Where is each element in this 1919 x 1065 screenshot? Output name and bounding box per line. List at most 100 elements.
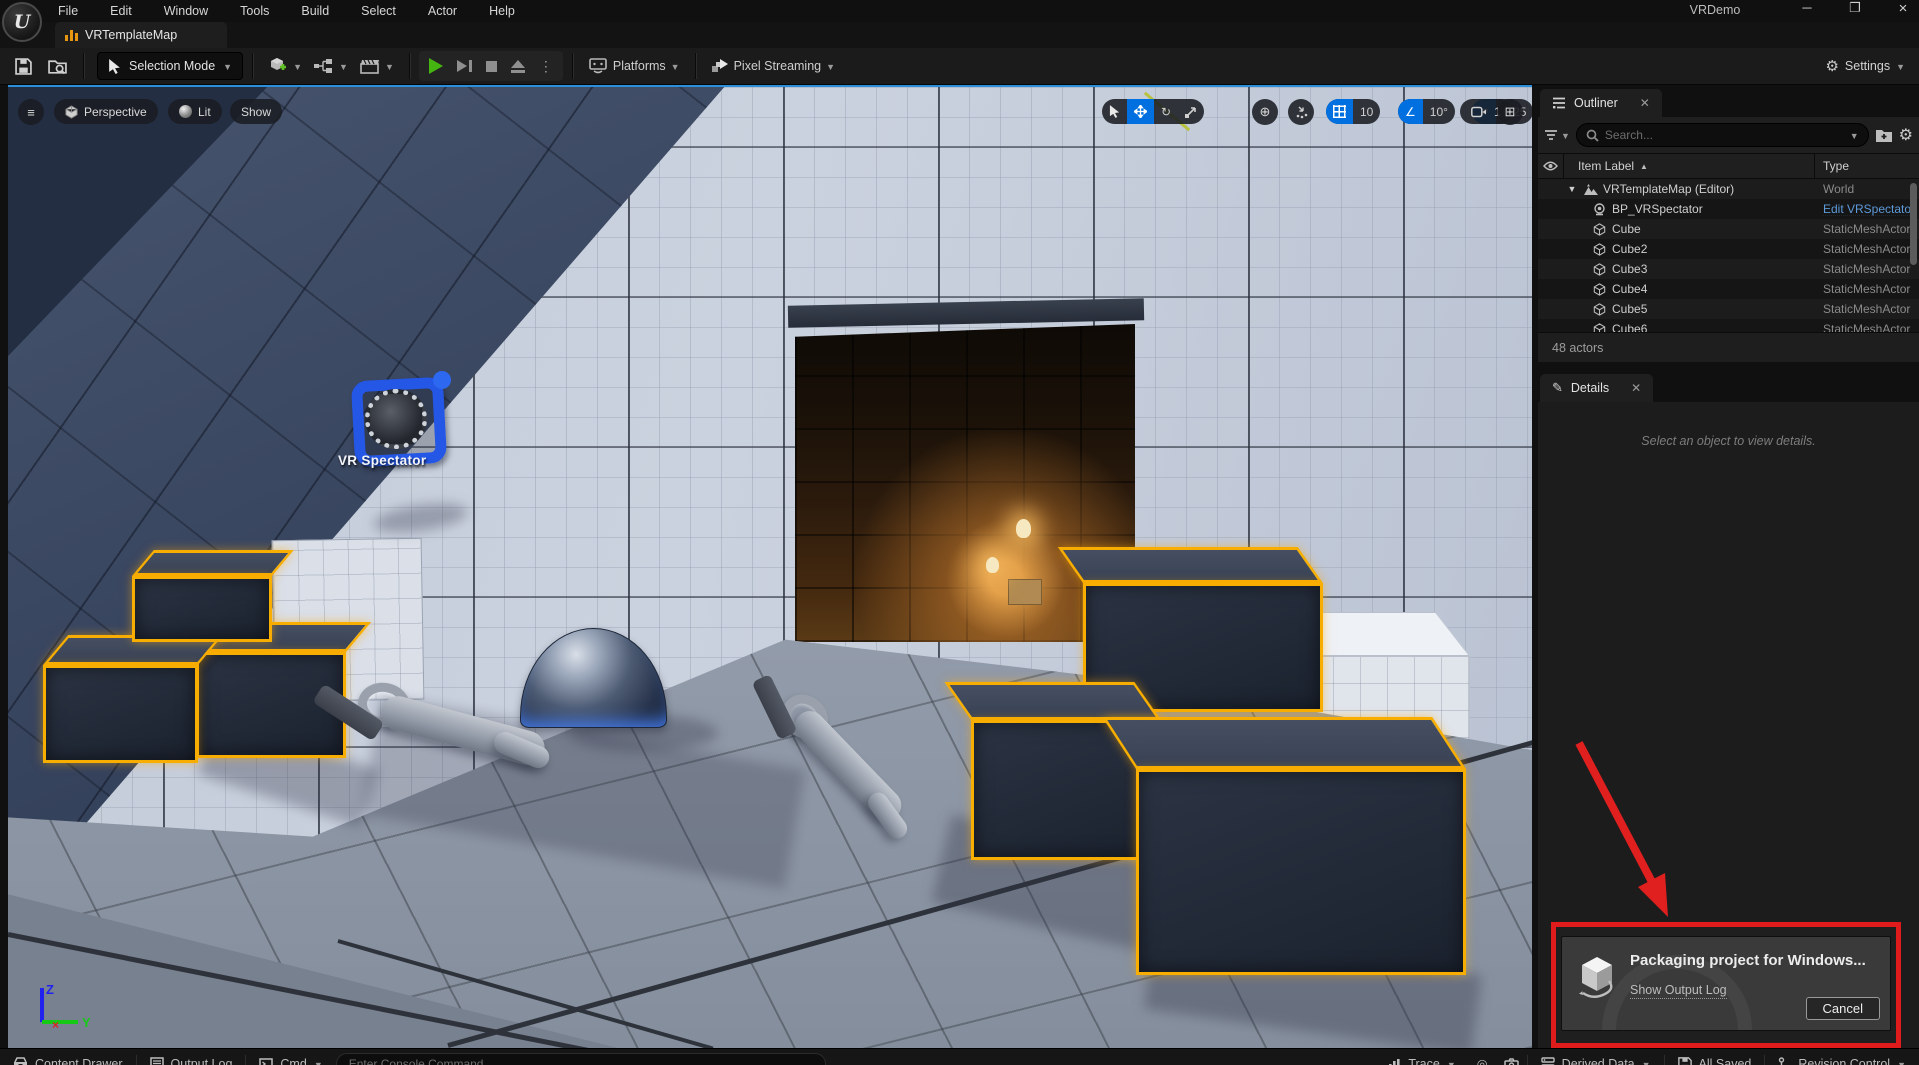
screenshot-icon[interactable] [1496, 1058, 1527, 1065]
pixel-streaming-dropdown[interactable]: Pixel Streaming▼ [705, 52, 841, 80]
unreal-logo-icon[interactable]: U [2, 2, 42, 42]
close-icon[interactable]: ✕ [1640, 96, 1650, 110]
browse-content-button[interactable] [40, 52, 74, 80]
menu-item-help[interactable]: Help [487, 2, 517, 20]
cancel-button[interactable]: Cancel [1806, 997, 1880, 1020]
performance-icon[interactable]: ◎ [1469, 1056, 1496, 1065]
settings-dropdown[interactable]: ⚙ Settings▼ [1825, 57, 1905, 75]
blueprints-dropdown[interactable]: ▼ [308, 52, 354, 80]
grid-snap-control: 10 [1326, 99, 1380, 124]
cube-static-mesh[interactable] [43, 635, 198, 763]
play-options-kebab[interactable]: ⋮ [539, 58, 553, 75]
frame-skip-button[interactable] [457, 60, 472, 72]
menu-item-edit[interactable]: Edit [108, 2, 134, 20]
cursor-icon [108, 59, 121, 74]
move-tool-button[interactable] [1127, 99, 1154, 124]
play-controls: ⋮ [419, 51, 563, 81]
perspective-dropdown[interactable]: Perspective [54, 99, 158, 124]
tab-outliner[interactable]: Outliner ✕ [1540, 89, 1662, 117]
eject-button[interactable] [511, 60, 525, 73]
axis-gizmo: Z Y × [30, 980, 100, 1030]
outliner-row-cube2[interactable]: Cube2StaticMeshActor [1538, 239, 1919, 259]
lit-dropdown[interactable]: Lit [168, 99, 222, 124]
cube-icon [1592, 222, 1607, 236]
actor-label: Cube5 [1612, 302, 1647, 316]
rotation-snap-value[interactable]: 10° [1423, 99, 1455, 124]
close-icon[interactable]: ✕ [1631, 381, 1641, 395]
scale-tool-button[interactable] [1178, 99, 1204, 124]
perspective-cube-icon [65, 105, 78, 119]
item-label-column-header[interactable]: Item Label ▲ [1564, 154, 1815, 178]
visibility-column-header[interactable] [1538, 154, 1564, 178]
search-input[interactable] [1605, 128, 1844, 142]
outliner-row-vrtemplatemap-editor-[interactable]: ▼VRTemplateMap (Editor)World [1538, 179, 1919, 199]
packaging-notification: Packaging project for Windows... Show Ou… [1561, 936, 1891, 1031]
outliner-row-cube5[interactable]: Cube5StaticMeshActor [1538, 299, 1919, 319]
tab-vrtemplatemap[interactable]: VRTemplateMap [55, 22, 227, 48]
viewport-3d-scene[interactable]: VR Spectator Z Y × ≡ Perspective Lit Sho… [8, 85, 1532, 1048]
cmd-icon [259, 1058, 273, 1065]
platforms-dropdown[interactable]: Platforms▼ [582, 52, 686, 80]
cube-static-mesh[interactable] [1136, 717, 1466, 975]
angle-snap-toggle[interactable]: ∠ [1398, 99, 1423, 124]
outliner-row-bp-vrspectator[interactable]: BP_VRSpectatorEdit VRSpectator [1538, 199, 1919, 219]
minimize-button[interactable]: ─ [1797, 0, 1817, 17]
filter-icon[interactable]: ▼ [1544, 129, 1570, 141]
close-button[interactable]: × [1893, 0, 1913, 17]
tab-details[interactable]: ✎ Details ✕ [1540, 374, 1653, 402]
cube-static-mesh[interactable] [132, 550, 272, 642]
show-output-log-link[interactable]: Show Output Log [1630, 983, 1727, 999]
outliner-row-cube3[interactable]: Cube3StaticMeshActor [1538, 259, 1919, 279]
menu-bar: File Edit Window Tools Build Select Actor Help [56, 2, 517, 20]
svg-text:×: × [52, 1018, 59, 1030]
show-dropdown[interactable]: Show [230, 99, 282, 124]
cube-static-mesh[interactable] [971, 682, 1161, 860]
play-button[interactable] [429, 58, 443, 74]
save-button[interactable] [6, 52, 40, 80]
outliner-row-cube6[interactable]: Cube6StaticMeshActor [1538, 319, 1919, 332]
outliner-scrollbar[interactable] [1910, 183, 1917, 265]
add-actor-dropdown[interactable]: ▼ [262, 52, 308, 80]
grid-snap-toggle[interactable] [1326, 99, 1353, 124]
save-status-icon [1678, 1057, 1692, 1065]
selection-mode-dropdown[interactable]: Selection Mode▼ [97, 52, 243, 80]
outliner-row-cube4[interactable]: Cube4StaticMeshActor [1538, 279, 1919, 299]
menu-item-build[interactable]: Build [299, 2, 331, 20]
viewport-options-button[interactable]: ≡ [18, 99, 44, 125]
revision-control-dropdown[interactable]: Revision Control▼ [1765, 1049, 1919, 1065]
derived-data-dropdown[interactable]: Derived Data▼ [1528, 1049, 1664, 1065]
stop-button[interactable] [486, 61, 497, 72]
cmd-dropdown[interactable]: Cmd▼ [246, 1049, 335, 1065]
menu-item-select[interactable]: Select [359, 2, 398, 20]
menu-item-window[interactable]: Window [162, 2, 210, 20]
grid-snap-value[interactable]: 10 [1353, 99, 1380, 124]
vr-spectator-label: VR Spectator [338, 453, 468, 468]
outliner-settings-gear-icon[interactable]: ⚙ [1899, 125, 1913, 145]
cinematics-dropdown[interactable]: ▼ [354, 52, 400, 80]
all-saved-indicator[interactable]: All Saved [1665, 1049, 1765, 1065]
maximize-viewport-button[interactable]: ⊞ [1497, 99, 1523, 125]
cube-icon [1592, 242, 1607, 256]
restore-button[interactable]: ❐ [1845, 0, 1865, 17]
surface-snapping-button[interactable] [1288, 99, 1314, 125]
select-tool-button[interactable] [1102, 99, 1127, 124]
search-history-caret[interactable]: ▼ [1850, 131, 1859, 141]
actor-type-label: StaticMeshActor [1815, 262, 1919, 276]
outliner-row-cube[interactable]: CubeStaticMeshActor [1538, 219, 1919, 239]
rotate-tool-button[interactable]: ↻ [1154, 99, 1178, 124]
menu-item-file[interactable]: File [56, 2, 80, 20]
menu-item-actor[interactable]: Actor [426, 2, 459, 20]
expand-collapse-icon[interactable]: ▼ [1566, 184, 1578, 194]
world-coordinate-button[interactable]: ⊕ [1252, 99, 1278, 125]
trace-dropdown[interactable]: Trace▼ [1375, 1049, 1468, 1065]
output-log-button[interactable]: Output Log [137, 1049, 246, 1065]
console-command-input[interactable] [336, 1053, 826, 1065]
status-bar: Content Drawer Output Log Cmd▼ Trace▼ ◎ [0, 1048, 1919, 1065]
type-column-header[interactable]: Type [1815, 159, 1919, 173]
create-folder-icon[interactable] [1875, 128, 1893, 143]
outliner-search-box[interactable]: ▼ [1576, 123, 1869, 147]
edit-blueprint-link[interactable]: Edit VRSpectator [1815, 202, 1919, 216]
content-drawer-button[interactable]: Content Drawer [0, 1049, 136, 1065]
right-panel-column: Outliner ✕ ▼ ▼ ⚙ Item Label [1538, 85, 1919, 1048]
menu-item-tools[interactable]: Tools [238, 2, 271, 20]
